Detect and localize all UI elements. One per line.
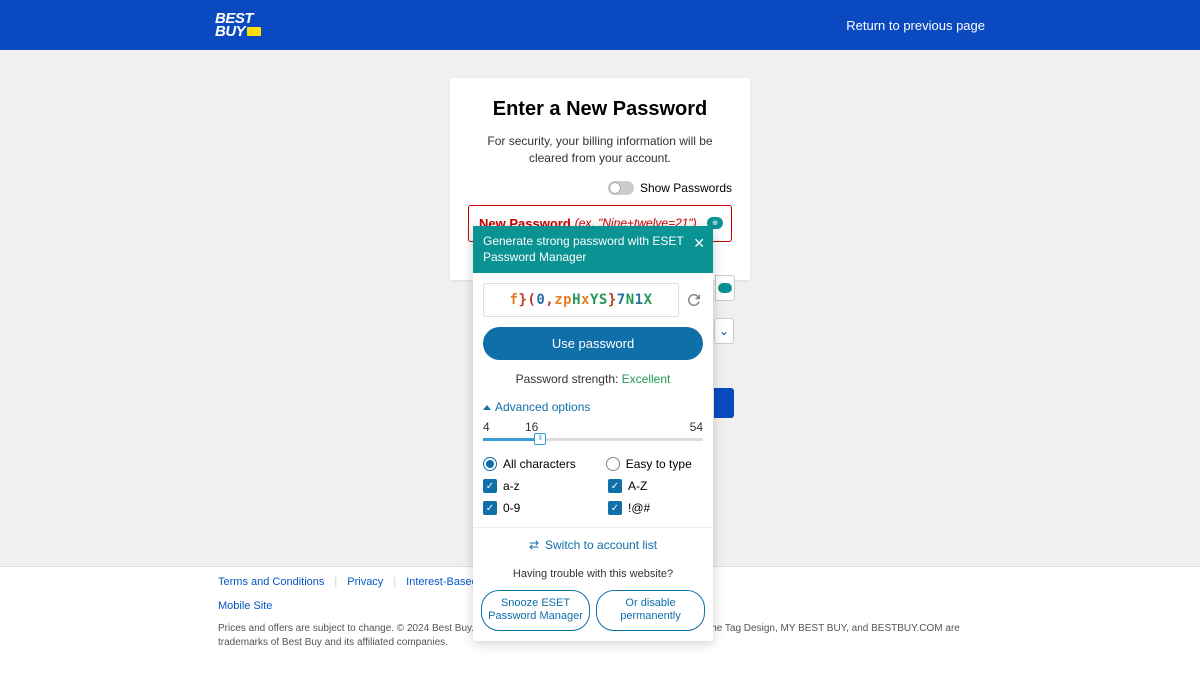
checkbox-lowercase[interactable]: ✓a-z [483, 479, 578, 493]
checkbox-digits[interactable]: ✓0-9 [483, 501, 578, 515]
mobile-site-link[interactable]: Mobile Site [218, 600, 272, 612]
footer-link[interactable]: Terms and Conditions [218, 576, 324, 588]
checkbox-uppercase[interactable]: ✓A-Z [608, 479, 703, 493]
show-passwords-label: Show Passwords [640, 181, 732, 195]
use-password-button[interactable]: Use password [483, 327, 703, 360]
trouble-text: Having trouble with this website? [473, 562, 713, 586]
switch-icon: ⇄ [529, 538, 539, 552]
slider-thumb[interactable]: ⦀ [534, 433, 546, 445]
disable-button[interactable]: Or disable permanently [596, 590, 705, 630]
footer-link[interactable]: Privacy [347, 576, 383, 588]
page-title: Enter a New Password [468, 98, 732, 121]
close-icon[interactable]: ✕ [693, 234, 705, 252]
length-slider[interactable]: ⦀ [483, 438, 703, 441]
refresh-icon[interactable] [685, 291, 703, 309]
site-header: BEST BUY Return to previous page [0, 0, 1200, 50]
slider-max: 54 [690, 420, 703, 434]
tag-icon [247, 27, 261, 36]
advanced-options-toggle[interactable]: Advanced options [473, 396, 713, 418]
show-passwords-toggle[interactable] [608, 181, 634, 195]
dropdown-chevron-icon[interactable]: ⌄ [714, 318, 734, 344]
bestbuy-logo[interactable]: BEST BUY [215, 12, 261, 39]
return-link[interactable]: Return to previous page [846, 18, 985, 33]
slider-min: 4 [483, 420, 490, 434]
eset-popup-header: Generate strong password with ESET Passw… [473, 226, 713, 273]
switch-account-list-link[interactable]: ⇄ Switch to account list [473, 527, 713, 562]
eset-side-icon[interactable] [715, 275, 735, 301]
eset-password-popup: Generate strong password with ESET Passw… [473, 226, 713, 641]
radio-all-characters[interactable]: All characters [483, 457, 576, 471]
slider-current: 16 [525, 420, 538, 434]
generated-password-display: f}(0,zpHxYS}7N1X [483, 283, 679, 317]
checkbox-symbols[interactable]: ✓!@# [608, 501, 703, 515]
chevron-up-icon [483, 405, 491, 410]
snooze-button[interactable]: Snooze ESET Password Manager [481, 590, 590, 630]
subtitle: For security, your billing information w… [468, 133, 732, 167]
radio-easy-to-type[interactable]: Easy to type [606, 457, 692, 471]
continue-button-peek[interactable] [714, 388, 734, 418]
strength-indicator: Password strength: Excellent [473, 372, 713, 386]
